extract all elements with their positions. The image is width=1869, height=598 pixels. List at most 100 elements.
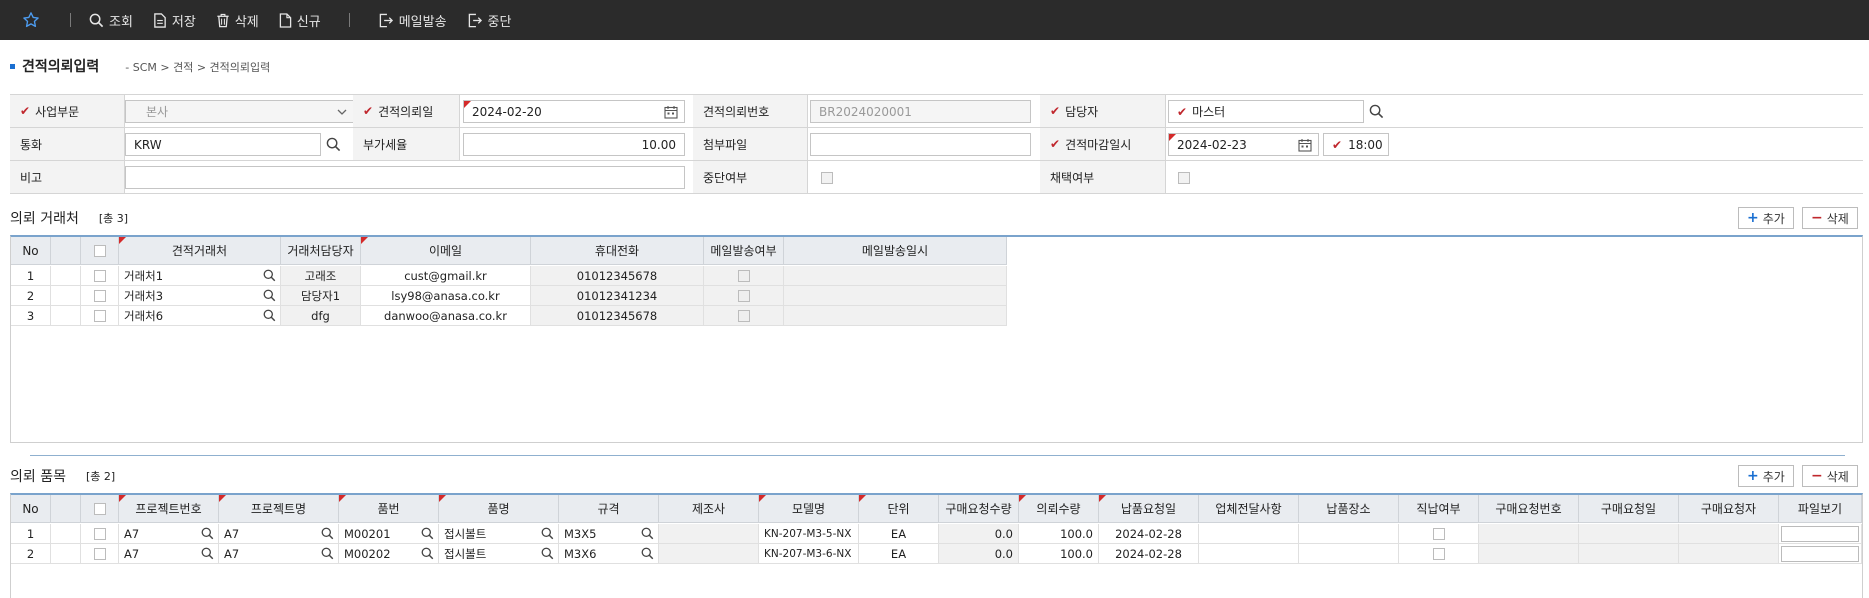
table-row[interactable]: 1 A7 A7 M00201 접시볼트 M3X5 KN-207-M3-5-NX … [11,524,1862,544]
minus-icon: − [1811,210,1823,226]
search-icon[interactable] [421,527,434,540]
search-icon[interactable] [321,527,334,540]
delete-button[interactable]: 삭제 [206,0,269,40]
table-row[interactable]: 3 거래처6 dfg danwoo@anasa.co.kr 0101234567… [11,306,1007,326]
required-corner-mark [1019,495,1026,502]
row-checkbox[interactable] [93,547,106,560]
request-date-label: ✔ 견적의뢰일 [353,95,460,127]
search-icon[interactable] [263,289,276,302]
search-icon[interactable] [321,547,334,560]
toolbar-separator [70,13,71,27]
col-project-no: 프로젝트번호 [119,495,219,523]
col-phone: 휴대전화 [531,237,704,265]
request-date-input[interactable]: 2024-02-20 [463,100,685,123]
remarks-label: 비고 [10,161,125,193]
vendors-grid: No 견적거래처 거래처담당자 이메일 휴대전화 메일발송여부 메일발송일시 1… [10,235,1863,443]
search-icon[interactable] [641,527,654,540]
required-check-icon: ✔ [1332,137,1343,152]
manager-search-icon[interactable] [1364,100,1388,123]
save-button-label: 저장 [171,14,196,30]
row-checkbox[interactable] [93,289,106,302]
new-button[interactable]: 신규 [269,0,331,40]
required-check-icon: ✔ [1050,104,1061,118]
vat-rate-input[interactable]: 10.00 [463,133,685,156]
required-corner-mark [119,237,126,244]
select-all-checkbox[interactable] [93,244,106,257]
stop-flag-label: 중단여부 [693,161,808,193]
form-row-3: 비고 중단여부 채택여부 [10,161,1863,194]
required-corner-mark [361,237,368,244]
stop-flag-checkbox[interactable] [821,172,833,184]
exit-icon [468,13,482,27]
currency-input[interactable]: KRW [125,133,321,156]
stop-button-label: 중단 [487,14,512,30]
table-row[interactable]: 2 거래처3 담당자1 lsy98@anasa.co.kr 0101234123… [11,286,1007,306]
required-corner-mark [464,101,471,108]
search-button[interactable]: 조회 [79,0,143,40]
search-icon[interactable] [201,547,214,560]
search-icon[interactable] [263,309,276,322]
row-checkbox[interactable] [93,309,106,322]
calendar-icon[interactable] [1298,138,1312,152]
search-icon [89,13,104,27]
required-check-icon: ✔ [1050,137,1061,151]
delete-vendor-button[interactable]: − 삭제 [1802,207,1858,229]
col-unit: 단위 [859,495,939,523]
col-email: 이메일 [361,237,531,265]
vendors-section-header: 의뢰 거래처 [총 3] [10,208,128,228]
remarks-input[interactable] [125,166,685,189]
search-icon[interactable] [541,527,554,540]
required-corner-mark [1169,134,1176,141]
attachment-label: 첨부파일 [693,128,808,160]
file-view-input[interactable] [1781,525,1859,542]
col-select-all [81,495,119,523]
search-icon[interactable] [201,527,214,540]
search-icon[interactable] [541,547,554,560]
table-row[interactable]: 1 거래처1 고래조 cust@gmail.kr 01012345678 [11,266,1007,286]
search-icon[interactable] [421,547,434,560]
search-icon[interactable] [641,547,654,560]
request-no-label: 견적의뢰번호 [693,95,808,127]
deadline-date-input[interactable]: 2024-02-23 [1168,133,1319,156]
deadline-time-input[interactable]: ✔ 18:00 [1323,133,1389,156]
row-checkbox[interactable] [93,269,106,282]
deadline-label: ✔ 견적마감일시 [1040,128,1166,160]
search-icon[interactable] [263,269,276,282]
required-corner-mark [119,495,126,502]
add-item-button[interactable]: + 추가 [1738,465,1794,487]
save-button[interactable]: 저장 [143,0,206,40]
title-marker [10,63,15,69]
required-corner-mark [439,495,446,502]
attachment-input[interactable] [810,133,1031,156]
business-unit-select[interactable]: 본사 [125,100,355,123]
page-title: 견적의뢰입력 [22,59,100,75]
currency-search-icon[interactable] [321,133,345,156]
col-contact: 거래처담당자 [281,237,361,265]
star-icon[interactable] [0,11,62,29]
delete-item-button[interactable]: − 삭제 [1802,465,1858,487]
plus-icon: + [1747,210,1759,226]
col-vendor-note: 업체전달사항 [1199,495,1299,523]
manager-input[interactable]: ✔ 마스터 [1168,100,1364,123]
select-all-checkbox[interactable] [93,502,106,515]
stop-button[interactable]: 중단 [457,0,522,40]
calendar-icon[interactable] [664,105,678,119]
direct-delivery-checkbox[interactable] [1432,547,1445,560]
toolbar-separator [348,13,350,27]
col-delivery-place: 납품장소 [1299,495,1399,523]
section-divider [30,455,1845,456]
direct-delivery-checkbox[interactable] [1432,527,1445,540]
mail-sent-checkbox [737,309,750,322]
required-check-icon: ✔ [1177,104,1188,119]
document-icon [154,12,166,28]
add-vendor-button[interactable]: + 추가 [1738,207,1794,229]
send-mail-button[interactable]: 메일발송 [368,0,457,40]
delete-button-label: 삭제 [234,14,259,30]
vendors-count: [총 3] [98,212,129,225]
file-view-input[interactable] [1781,545,1859,562]
table-row[interactable]: 2 A7 A7 M00202 접시볼트 M3X6 KN-207-M3-6-NX … [11,544,1862,564]
row-checkbox[interactable] [93,527,106,540]
col-spec: 규격 [559,495,659,523]
vat-rate-label: 부가세율 [353,128,460,160]
adopt-flag-checkbox[interactable] [1178,172,1190,184]
